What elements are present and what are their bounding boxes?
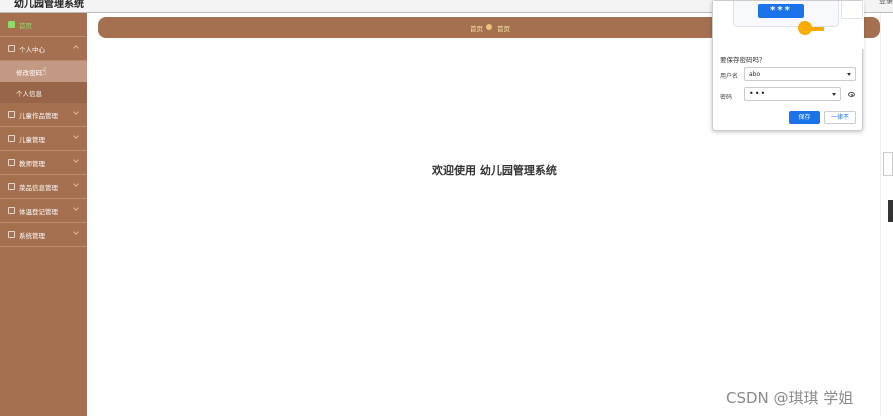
- sidebar: 首页 个人中心 修改密码 ☝ 个人信息 儿童作品管理 儿童管理 教师管理 菜品信…: [0, 13, 87, 416]
- chevron-down-icon: [73, 205, 79, 211]
- sidebar-item-dishes[interactable]: 菜品信息管理: [0, 175, 87, 199]
- never-button[interactable]: 一律不: [824, 111, 856, 124]
- eye-icon[interactable]: [848, 92, 855, 97]
- side-tab-dark[interactable]: [888, 200, 893, 222]
- submenu-item-label: 修改密码: [16, 69, 42, 77]
- save-button[interactable]: 保存: [789, 111, 820, 124]
- sidebar-item-label: 个人中心: [19, 46, 45, 54]
- hand-cursor-icon: ☝: [40, 65, 47, 78]
- dropdown-caret-icon: [847, 73, 851, 76]
- welcome-heading: 欢迎使用 幼儿园管理系统: [432, 164, 557, 177]
- chevron-down-icon: [73, 181, 79, 187]
- chevron-down-icon: [73, 133, 79, 139]
- sidebar-item-children-works[interactable]: 儿童作品管理: [0, 103, 87, 127]
- breadcrumb-item[interactable]: 首页: [470, 23, 483, 33]
- password-stars: ***: [758, 4, 804, 18]
- illustration-side: [841, 1, 863, 19]
- chevron-down-icon: [73, 109, 79, 115]
- grid-icon: [8, 111, 15, 118]
- sidebar-item-system[interactable]: 系统管理: [0, 223, 87, 247]
- sidebar-item-label: 系统管理: [19, 232, 45, 240]
- watermark: CSDN @琪琪 学姐: [726, 389, 854, 407]
- sidebar-item-personal-center[interactable]: 个人中心: [0, 37, 87, 61]
- password-select[interactable]: •••: [744, 87, 841, 101]
- logout-link[interactable]: 登录: [879, 0, 893, 6]
- sidebar-item-label: 儿童作品管理: [19, 112, 58, 120]
- user-icon: [8, 45, 15, 52]
- sidebar-item-label: 首页: [19, 22, 32, 30]
- submenu-item-personal-info[interactable]: 个人信息: [0, 82, 87, 103]
- submenu-item-change-password[interactable]: 修改密码 ☝: [0, 61, 87, 82]
- sidebar-item-children[interactable]: 儿童管理: [0, 127, 87, 151]
- chevron-down-icon: [73, 157, 79, 163]
- home-icon: [8, 21, 15, 28]
- grid-icon: [8, 183, 15, 190]
- username-value: abo: [749, 71, 761, 78]
- grid-icon: [8, 159, 15, 166]
- password-value: •••: [749, 89, 767, 98]
- sidebar-item-label: 儿童管理: [19, 136, 45, 144]
- submenu-item-label: 个人信息: [16, 90, 42, 98]
- grid-icon: [8, 231, 15, 238]
- grid-icon: [8, 135, 15, 142]
- chevron-down-icon: [73, 229, 79, 235]
- password-illustration: ***: [713, 1, 864, 49]
- app-title: 幼儿园管理系统: [14, 0, 84, 10]
- sidebar-item-label: 体温登记管理: [19, 208, 58, 216]
- sidebar-item-home[interactable]: 首页: [0, 13, 87, 37]
- key-stem: [810, 27, 824, 31]
- password-label: 密码: [720, 94, 733, 101]
- dropdown-caret-icon: [832, 93, 836, 96]
- grid-icon: [8, 207, 15, 214]
- save-password-question: 要保存密码吗？: [720, 56, 766, 64]
- username-select[interactable]: abo: [744, 67, 856, 81]
- sidebar-item-teachers[interactable]: 教师管理: [0, 151, 87, 175]
- username-label: 用户名: [720, 73, 739, 80]
- sidebar-item-label: 菜品信息管理: [19, 184, 58, 192]
- sidebar-item-temperature[interactable]: 体温登记管理: [0, 199, 87, 223]
- save-password-dialog: *** 要保存密码吗？ 用户名 abo 密码 ••• 保存 一律不: [712, 0, 864, 131]
- sidebar-item-label: 教师管理: [19, 160, 45, 168]
- breadcrumb-separator-icon: [486, 24, 492, 30]
- personal-center-submenu: 修改密码 ☝ 个人信息: [0, 61, 87, 103]
- breadcrumb-item-current: 首页: [497, 25, 510, 33]
- side-tab[interactable]: [883, 152, 893, 176]
- chevron-up-icon: [73, 45, 79, 51]
